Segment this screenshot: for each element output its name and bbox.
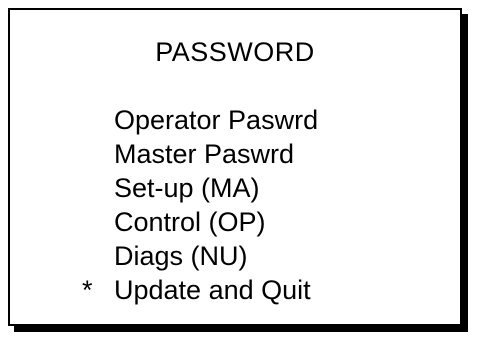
menu-item-label: Operator Paswrd <box>114 105 319 135</box>
screen-title: PASSWORD <box>155 37 315 67</box>
menu-item-label: Update and Quit <box>114 275 311 305</box>
menu-item-diags[interactable]: Diags (NU) <box>82 239 318 273</box>
menu-item-label: Set-up (MA) <box>114 173 260 203</box>
selection-cursor: * <box>82 275 93 305</box>
password-menu-list: Operator Paswrd Master Paswrd Set-up (MA… <box>82 103 318 307</box>
password-menu-panel: PASSWORD Operator Paswrd Master Paswrd S… <box>8 8 462 326</box>
menu-item-label: Control (OP) <box>114 207 266 237</box>
menu-item-operator-password[interactable]: Operator Paswrd <box>82 103 318 137</box>
menu-item-setup[interactable]: Set-up (MA) <box>82 171 318 205</box>
menu-item-label: Diags (NU) <box>114 241 248 271</box>
menu-item-label: Master Paswrd <box>114 139 295 169</box>
menu-item-update-and-quit[interactable]: * Update and Quit <box>82 273 318 307</box>
menu-item-master-password[interactable]: Master Paswrd <box>82 137 318 171</box>
menu-item-control[interactable]: Control (OP) <box>82 205 318 239</box>
